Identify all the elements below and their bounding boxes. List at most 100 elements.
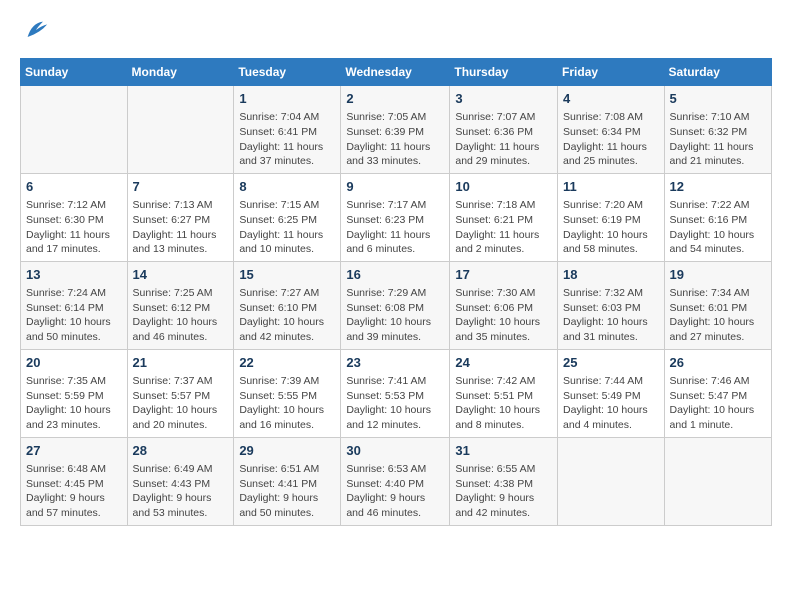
day-number: 17 bbox=[455, 266, 552, 284]
calendar-body: 1Sunrise: 7:04 AM Sunset: 6:41 PM Daylig… bbox=[21, 86, 772, 526]
header-cell-sunday: Sunday bbox=[21, 59, 128, 86]
day-cell: 6 Sunrise: 7:12 AM Sunset: 6:30 PM Daylig… bbox=[21, 173, 128, 261]
week-row-4: 20Sunrise: 7:35 AM Sunset: 5:59 PM Dayli… bbox=[21, 349, 772, 437]
day-info: Sunrise: 7:12 AM Sunset: 6:30 PM Dayligh… bbox=[26, 198, 122, 257]
day-number: 15 bbox=[239, 266, 335, 284]
day-info: Sunrise: 7:34 AM Sunset: 6:01 PM Dayligh… bbox=[670, 286, 766, 345]
day-cell: 21 Sunrise: 7:37 AM Sunset: 5:57 PM Dayli… bbox=[127, 349, 234, 437]
day-info: Sunrise: 7:27 AM Sunset: 6:10 PM Dayligh… bbox=[239, 286, 335, 345]
day-info: Sunrise: 7:18 AM Sunset: 6:21 PM Dayligh… bbox=[455, 198, 552, 257]
day-number: 21 bbox=[133, 354, 229, 372]
day-info: Sunrise: 7:37 AM Sunset: 5:57 PM Dayligh… bbox=[133, 374, 229, 433]
day-cell: 29 Sunrise: 6:51 AM Sunset: 4:41 PM Dayli… bbox=[234, 437, 341, 525]
header-cell-friday: Friday bbox=[558, 59, 665, 86]
day-info: Sunrise: 7:42 AM Sunset: 5:51 PM Dayligh… bbox=[455, 374, 552, 433]
day-number: 23 bbox=[346, 354, 444, 372]
day-cell: 15 Sunrise: 7:27 AM Sunset: 6:10 PM Dayli… bbox=[234, 261, 341, 349]
day-cell: 31 Sunrise: 6:55 AM Sunset: 4:38 PM Dayli… bbox=[450, 437, 558, 525]
day-number: 12 bbox=[670, 178, 766, 196]
calendar-table: SundayMondayTuesdayWednesdayThursdayFrid… bbox=[20, 58, 772, 526]
day-cell: 4 Sunrise: 7:08 AM Sunset: 6:34 PM Daylig… bbox=[558, 86, 665, 174]
day-number: 10 bbox=[455, 178, 552, 196]
day-cell: 3 Sunrise: 7:07 AM Sunset: 6:36 PM Daylig… bbox=[450, 86, 558, 174]
day-cell: 27 Sunrise: 6:48 AM Sunset: 4:45 PM Dayli… bbox=[21, 437, 128, 525]
day-info: Sunrise: 6:53 AM Sunset: 4:40 PM Dayligh… bbox=[346, 462, 444, 521]
header-cell-tuesday: Tuesday bbox=[234, 59, 341, 86]
day-info: Sunrise: 6:51 AM Sunset: 4:41 PM Dayligh… bbox=[239, 462, 335, 521]
day-info: Sunrise: 7:07 AM Sunset: 6:36 PM Dayligh… bbox=[455, 110, 552, 169]
day-info: Sunrise: 7:08 AM Sunset: 6:34 PM Dayligh… bbox=[563, 110, 659, 169]
day-number: 20 bbox=[26, 354, 122, 372]
day-info: Sunrise: 7:41 AM Sunset: 5:53 PM Dayligh… bbox=[346, 374, 444, 433]
day-number: 16 bbox=[346, 266, 444, 284]
day-cell: 5 Sunrise: 7:10 AM Sunset: 6:32 PM Daylig… bbox=[664, 86, 771, 174]
day-info: Sunrise: 6:55 AM Sunset: 4:38 PM Dayligh… bbox=[455, 462, 552, 521]
header-cell-wednesday: Wednesday bbox=[341, 59, 450, 86]
header-cell-saturday: Saturday bbox=[664, 59, 771, 86]
week-row-2: 6 Sunrise: 7:12 AM Sunset: 6:30 PM Daylig… bbox=[21, 173, 772, 261]
day-cell: 13 Sunrise: 7:24 AM Sunset: 6:14 PM Dayli… bbox=[21, 261, 128, 349]
day-number: 30 bbox=[346, 442, 444, 460]
day-cell: 7 Sunrise: 7:13 AM Sunset: 6:27 PM Daylig… bbox=[127, 173, 234, 261]
day-cell: 18Sunrise: 7:32 AM Sunset: 6:03 PM Dayli… bbox=[558, 261, 665, 349]
day-info: Sunrise: 7:44 AM Sunset: 5:49 PM Dayligh… bbox=[563, 374, 659, 433]
day-number: 19 bbox=[670, 266, 766, 284]
day-number: 27 bbox=[26, 442, 122, 460]
day-number: 13 bbox=[26, 266, 122, 284]
day-cell: 16 Sunrise: 7:29 AM Sunset: 6:08 PM Dayli… bbox=[341, 261, 450, 349]
day-info: Sunrise: 7:17 AM Sunset: 6:23 PM Dayligh… bbox=[346, 198, 444, 257]
day-number: 2 bbox=[346, 90, 444, 108]
day-cell: 12Sunrise: 7:22 AM Sunset: 6:16 PM Dayli… bbox=[664, 173, 771, 261]
day-number: 31 bbox=[455, 442, 552, 460]
day-number: 3 bbox=[455, 90, 552, 108]
day-info: Sunrise: 7:29 AM Sunset: 6:08 PM Dayligh… bbox=[346, 286, 444, 345]
day-number: 29 bbox=[239, 442, 335, 460]
day-number: 18 bbox=[563, 266, 659, 284]
day-number: 26 bbox=[670, 354, 766, 372]
header-row: SundayMondayTuesdayWednesdayThursdayFrid… bbox=[21, 59, 772, 86]
week-row-1: 1Sunrise: 7:04 AM Sunset: 6:41 PM Daylig… bbox=[21, 86, 772, 174]
day-info: Sunrise: 7:13 AM Sunset: 6:27 PM Dayligh… bbox=[133, 198, 229, 257]
day-cell: 9 Sunrise: 7:17 AM Sunset: 6:23 PM Daylig… bbox=[341, 173, 450, 261]
day-info: Sunrise: 7:24 AM Sunset: 6:14 PM Dayligh… bbox=[26, 286, 122, 345]
day-info: Sunrise: 7:39 AM Sunset: 5:55 PM Dayligh… bbox=[239, 374, 335, 433]
day-info: Sunrise: 7:25 AM Sunset: 6:12 PM Dayligh… bbox=[133, 286, 229, 345]
day-cell: 8Sunrise: 7:15 AM Sunset: 6:25 PM Daylig… bbox=[234, 173, 341, 261]
day-number: 22 bbox=[239, 354, 335, 372]
day-number: 28 bbox=[133, 442, 229, 460]
day-cell: 20Sunrise: 7:35 AM Sunset: 5:59 PM Dayli… bbox=[21, 349, 128, 437]
day-info: Sunrise: 6:48 AM Sunset: 4:45 PM Dayligh… bbox=[26, 462, 122, 521]
day-info: Sunrise: 6:49 AM Sunset: 4:43 PM Dayligh… bbox=[133, 462, 229, 521]
day-cell: 23 Sunrise: 7:41 AM Sunset: 5:53 PM Dayli… bbox=[341, 349, 450, 437]
day-cell: 26 Sunrise: 7:46 AM Sunset: 5:47 PM Dayli… bbox=[664, 349, 771, 437]
week-row-3: 13 Sunrise: 7:24 AM Sunset: 6:14 PM Dayli… bbox=[21, 261, 772, 349]
day-cell: 19 Sunrise: 7:34 AM Sunset: 6:01 PM Dayli… bbox=[664, 261, 771, 349]
week-row-5: 27 Sunrise: 6:48 AM Sunset: 4:45 PM Dayli… bbox=[21, 437, 772, 525]
day-cell bbox=[127, 86, 234, 174]
day-cell: 11Sunrise: 7:20 AM Sunset: 6:19 PM Dayli… bbox=[558, 173, 665, 261]
day-info: Sunrise: 7:05 AM Sunset: 6:39 PM Dayligh… bbox=[346, 110, 444, 169]
logo-bird-icon bbox=[22, 16, 50, 44]
header-cell-thursday: Thursday bbox=[450, 59, 558, 86]
day-cell: 2 Sunrise: 7:05 AM Sunset: 6:39 PM Daylig… bbox=[341, 86, 450, 174]
day-cell: 24 Sunrise: 7:42 AM Sunset: 5:51 PM Dayli… bbox=[450, 349, 558, 437]
day-number: 6 bbox=[26, 178, 122, 196]
day-cell: 28 Sunrise: 6:49 AM Sunset: 4:43 PM Dayli… bbox=[127, 437, 234, 525]
day-cell bbox=[664, 437, 771, 525]
day-info: Sunrise: 7:30 AM Sunset: 6:06 PM Dayligh… bbox=[455, 286, 552, 345]
day-number: 25 bbox=[563, 354, 659, 372]
day-info: Sunrise: 7:20 AM Sunset: 6:19 PM Dayligh… bbox=[563, 198, 659, 257]
day-info: Sunrise: 7:46 AM Sunset: 5:47 PM Dayligh… bbox=[670, 374, 766, 433]
day-number: 24 bbox=[455, 354, 552, 372]
day-info: Sunrise: 7:10 AM Sunset: 6:32 PM Dayligh… bbox=[670, 110, 766, 169]
day-cell: 25 Sunrise: 7:44 AM Sunset: 5:49 PM Dayli… bbox=[558, 349, 665, 437]
day-number: 14 bbox=[133, 266, 229, 284]
header-cell-monday: Monday bbox=[127, 59, 234, 86]
day-number: 8 bbox=[239, 178, 335, 196]
day-number: 5 bbox=[670, 90, 766, 108]
day-cell bbox=[558, 437, 665, 525]
day-number: 4 bbox=[563, 90, 659, 108]
day-number: 9 bbox=[346, 178, 444, 196]
day-number: 7 bbox=[133, 178, 229, 196]
logo bbox=[20, 16, 50, 50]
